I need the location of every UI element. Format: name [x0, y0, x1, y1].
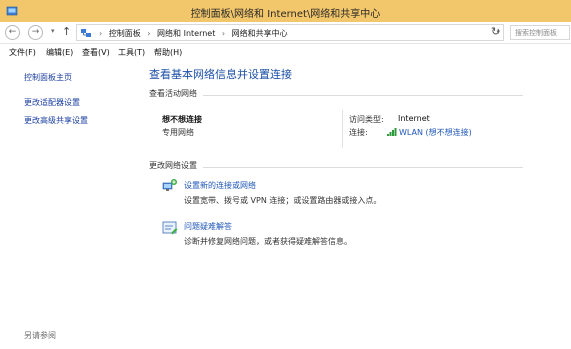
breadcrumb-control-panel[interactable]: 控制面板	[109, 29, 141, 38]
address-bar: ← → ▾ ↑ › 控制面板 › 网络和 Internet › 网络和共享中心 …	[0, 22, 571, 44]
wlan-connection-link[interactable]: WLAN (想不想连接)	[399, 127, 472, 138]
troubleshoot-problems-desc: 诊断并修复网络问题，或者获得疑难解答信息。	[184, 237, 352, 246]
search-input[interactable]: 搜索控制面板	[510, 25, 570, 40]
sidebar-item-change-advanced-sharing[interactable]: 更改高级共享设置	[24, 115, 88, 126]
arrow-left-icon: ←	[8, 27, 17, 37]
change-settings-heading: 更改网络设置	[149, 161, 197, 170]
breadcrumb-separator: ›	[99, 29, 103, 38]
search-placeholder: 搜索控制面板	[515, 29, 557, 37]
recent-pages-dropdown[interactable]: ▾	[51, 27, 55, 35]
address-field[interactable]: › 控制面板 › 网络和 Internet › 网络和共享中心 ▾	[76, 24, 504, 41]
section-divider	[203, 167, 523, 168]
up-button[interactable]: ↑	[62, 25, 71, 38]
menu-bar: 文件(F) 编辑(E) 查看(V) 工具(T) 帮助(H)	[0, 44, 571, 61]
sidebar-item-control-panel-home[interactable]: 控制面板主页	[24, 72, 72, 83]
page-title: 查看基本网络信息并设置连接	[149, 68, 292, 81]
column-divider	[342, 110, 343, 148]
active-networks-heading: 查看活动网络	[149, 89, 197, 98]
forward-button[interactable]: →	[28, 25, 43, 40]
troubleshoot-problems-link[interactable]: 问题疑难解答	[184, 221, 232, 232]
arrow-up-icon: ↑	[62, 25, 72, 38]
wifi-signal-icon	[387, 128, 397, 136]
troubleshoot-icon	[162, 221, 178, 235]
breadcrumb-separator: ›	[221, 29, 226, 38]
left-pane: 控制面板主页 更改适配器设置 更改高级共享设置 另请参阅	[0, 61, 136, 349]
setup-new-connection-desc: 设置宽带、拨号或 VPN 连接；或设置路由器或接入点。	[184, 196, 382, 205]
menu-view[interactable]: 查看(V)	[82, 47, 110, 58]
connection-label: 连接:	[349, 128, 368, 137]
breadcrumb: › 控制面板 › 网络和 Internet › 网络和共享中心	[95, 28, 288, 39]
chevron-down-icon: ▾	[51, 27, 55, 35]
network-name: 想不想连接	[162, 115, 202, 124]
network-folder-icon	[81, 29, 91, 37]
see-also-heading: 另请参阅	[24, 331, 56, 340]
menu-edit[interactable]: 编辑(E)	[46, 47, 73, 58]
setup-new-connection-link[interactable]: 设置新的连接或网络	[184, 180, 256, 191]
breadcrumb-network-internet[interactable]: 网络和 Internet	[157, 29, 215, 38]
refresh-button[interactable]: ↻	[491, 25, 500, 38]
access-type-value: Internet	[398, 114, 430, 123]
sidebar-item-change-adapter-settings[interactable]: 更改适配器设置	[24, 97, 80, 108]
title-bar: 控制面板\网络和 Internet\网络和共享中心	[0, 0, 571, 22]
breadcrumb-sharing-center[interactable]: 网络和共享中心	[232, 29, 288, 38]
network-type: 专用网络	[162, 128, 194, 137]
menu-help[interactable]: 帮助(H)	[154, 47, 182, 58]
arrow-right-icon: →	[31, 27, 40, 37]
back-button[interactable]: ←	[5, 25, 20, 40]
access-type-label: 访问类型:	[349, 115, 384, 124]
menu-tools[interactable]: 工具(T)	[118, 47, 145, 58]
breadcrumb-separator: ›	[147, 29, 151, 38]
window-title: 控制面板\网络和 Internet\网络和共享中心	[190, 9, 381, 20]
refresh-icon: ↻	[491, 25, 501, 38]
section-divider	[203, 95, 523, 96]
menu-file[interactable]: 文件(F)	[9, 47, 36, 58]
new-connection-icon	[162, 179, 177, 191]
